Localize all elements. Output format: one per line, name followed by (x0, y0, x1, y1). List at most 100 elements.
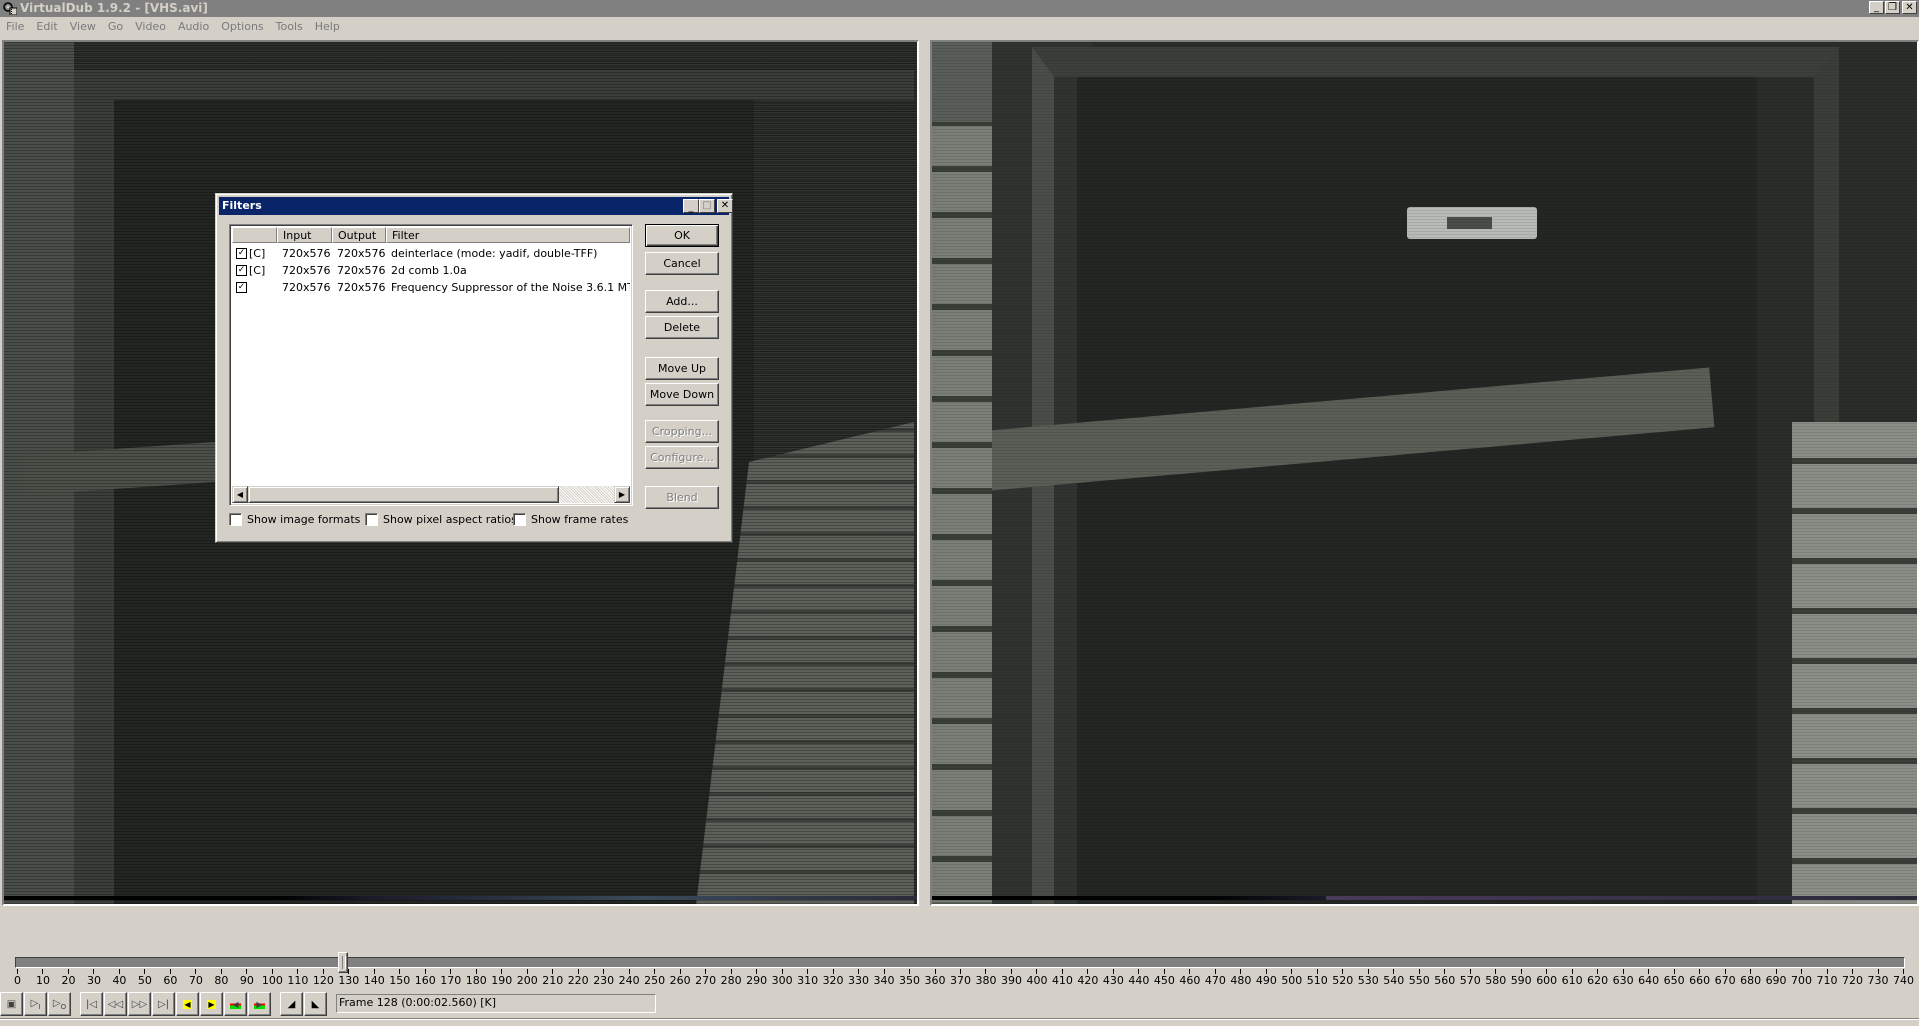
menu-edit[interactable]: Edit (30, 17, 63, 37)
menu-file[interactable]: File (0, 17, 30, 37)
arrow-left-icon: ◀ (236, 490, 244, 499)
timeline-tick-label: 90 (239, 974, 254, 987)
ok-button[interactable]: OK (645, 224, 719, 247)
filter-input-size: 720x576 (282, 264, 331, 277)
go-start-button[interactable]: |◁ (80, 992, 103, 1016)
restore-icon: ❐ (1888, 1, 1897, 13)
checkmark-icon: ✓ (237, 282, 246, 292)
minimize-button[interactable]: _ (1869, 1, 1884, 14)
menu-go[interactable]: Go (102, 17, 129, 37)
minimize-icon: _ (688, 202, 694, 213)
mark-out-icon: ◣ (311, 998, 320, 1010)
menu-view[interactable]: View (64, 17, 102, 37)
filters-dialog: Filters _ □ ✕ Input Output Filter ✓ [C] 7… (215, 193, 733, 543)
mark-in-scene-button[interactable]: ◀ (224, 992, 247, 1016)
timeline-tick-label: 170 (440, 974, 462, 987)
timeline-tick-label: 40 (112, 974, 127, 987)
filter-name: Frequency Suppressor of the Noise 3.6.1 … (391, 281, 630, 294)
show-image-formats-option[interactable]: Show image formats (229, 513, 360, 526)
timeline-tick-label: 50 (137, 974, 152, 987)
output-video-frame (932, 42, 1917, 904)
timeline-tick-label: 500 (1281, 974, 1303, 987)
horizontal-scrollbar[interactable]: ◀ ▶ (232, 486, 630, 503)
mark-in-button[interactable]: ◢ (280, 992, 303, 1016)
play-input-button[interactable]: ▷I (24, 992, 47, 1016)
filter-row[interactable]: ✓ [C] 720x576 720x576 deinterlace (mode: … (232, 245, 630, 262)
menu-video[interactable]: Video (129, 17, 172, 37)
next-scene-button[interactable]: ▶ (200, 992, 223, 1016)
column-header-output[interactable]: Output (332, 227, 386, 243)
virtualdub-app-icon[interactable] (2, 1, 17, 15)
prev-scene-button[interactable]: ◀ (176, 992, 199, 1016)
play-output-button[interactable]: ▷O (48, 992, 71, 1016)
timeline-tick-label: 420 (1077, 974, 1099, 987)
timeline-tick-label: 480 (1230, 974, 1252, 987)
stop-button[interactable]: ▣ (0, 992, 23, 1016)
filter-enable-checkbox[interactable]: ✓ (236, 248, 247, 259)
cancel-button[interactable]: Cancel (645, 252, 719, 275)
filter-output-size: 720x576 (337, 247, 386, 260)
show-pixel-aspect-ratios-option[interactable]: Show pixel aspect ratios (365, 513, 517, 526)
filter-row[interactable]: ✓ [C] 720x576 720x576 2d comb 1.0a (232, 262, 630, 279)
timeline-tick-label: 700 (1791, 974, 1813, 987)
filter-enable-checkbox[interactable]: ✓ (236, 282, 247, 293)
timeline-tick-label: 710 (1816, 974, 1838, 987)
dialog-close-button[interactable]: ✕ (717, 199, 733, 213)
close-button[interactable]: ✕ (1902, 1, 1917, 14)
next-keyframe-button[interactable]: ▷▷ (128, 992, 151, 1016)
status-bar (0, 1018, 1919, 1020)
minimize-icon: _ (1874, 1, 1879, 13)
column-header-filter[interactable]: Filter (386, 227, 630, 243)
column-header-enabled[interactable] (232, 227, 277, 243)
checkmark-icon: ✓ (237, 248, 246, 258)
timeline-tick-label: 650 (1663, 974, 1685, 987)
dialog-minimize-button[interactable]: _ (683, 199, 699, 213)
menu-help[interactable]: Help (309, 17, 346, 37)
timeline-tick-label: 730 (1867, 974, 1889, 987)
go-end-button[interactable]: ▷| (152, 992, 175, 1016)
timeline-tick-label: 340 (873, 974, 895, 987)
delete-button[interactable]: Delete (645, 316, 719, 339)
menu-tools[interactable]: Tools (270, 17, 309, 37)
timeline-tick-label: 320 (822, 974, 844, 987)
cropping-button[interactable]: Cropping... (645, 420, 719, 443)
filter-name: deinterlace (mode: yadif, double-TFF) (391, 247, 598, 260)
move-down-button[interactable]: Move Down (645, 383, 719, 406)
scroll-right-button[interactable]: ▶ (614, 486, 630, 503)
configure-button[interactable]: Configure... (645, 446, 719, 469)
timeline-tick-label: 720 (1842, 974, 1864, 987)
scrollbar-thumb[interactable] (248, 486, 559, 503)
timeline-tick-label: 610 (1561, 974, 1583, 987)
move-up-button[interactable]: Move Up (645, 357, 719, 380)
blend-button[interactable]: Blend (645, 486, 719, 509)
dialog-titlebar[interactable]: Filters _ □ ✕ (219, 197, 733, 215)
timeline-tick-label: 260 (669, 974, 691, 987)
scroll-left-button[interactable]: ◀ (232, 486, 248, 503)
column-header-input[interactable]: Input (277, 227, 332, 243)
timeline-tick-label: 620 (1587, 974, 1609, 987)
filter-enable-checkbox[interactable]: ✓ (236, 265, 247, 276)
timeline-tick-label: 80 (214, 974, 229, 987)
timeline-tick-label: 440 (1128, 974, 1150, 987)
add-button[interactable]: Add... (645, 290, 719, 313)
filter-input-size: 720x576 (282, 281, 331, 294)
menu-audio[interactable]: Audio (172, 17, 215, 37)
mark-out-button[interactable]: ◣ (304, 992, 327, 1016)
filter-output-size: 720x576 (337, 264, 386, 277)
show-frame-rates-checkbox[interactable] (513, 513, 526, 526)
restore-button[interactable]: ❐ (1885, 1, 1900, 14)
timeline-track[interactable] (15, 957, 1905, 968)
show-image-formats-checkbox[interactable] (229, 513, 242, 526)
show-pixel-aspect-ratios-checkbox[interactable] (365, 513, 378, 526)
timeline-tick-label: 410 (1051, 974, 1073, 987)
timeline-tick-label: 70 (188, 974, 203, 987)
mark-out-scene-button[interactable]: ▶ (248, 992, 271, 1016)
menu-options[interactable]: Options (215, 17, 269, 37)
prev-keyframe-button[interactable]: ◁◁ (104, 992, 127, 1016)
filter-list[interactable]: Input Output Filter ✓ [C] 720x576 720x576… (229, 224, 633, 506)
timeline-position-thumb[interactable] (338, 952, 349, 973)
output-video-pane[interactable] (930, 40, 1919, 906)
show-frame-rates-option[interactable]: Show frame rates (513, 513, 628, 526)
filter-row[interactable]: ✓ 720x576 720x576 Frequency Suppressor o… (232, 279, 630, 296)
dialog-maximize-button[interactable]: □ (699, 199, 715, 213)
